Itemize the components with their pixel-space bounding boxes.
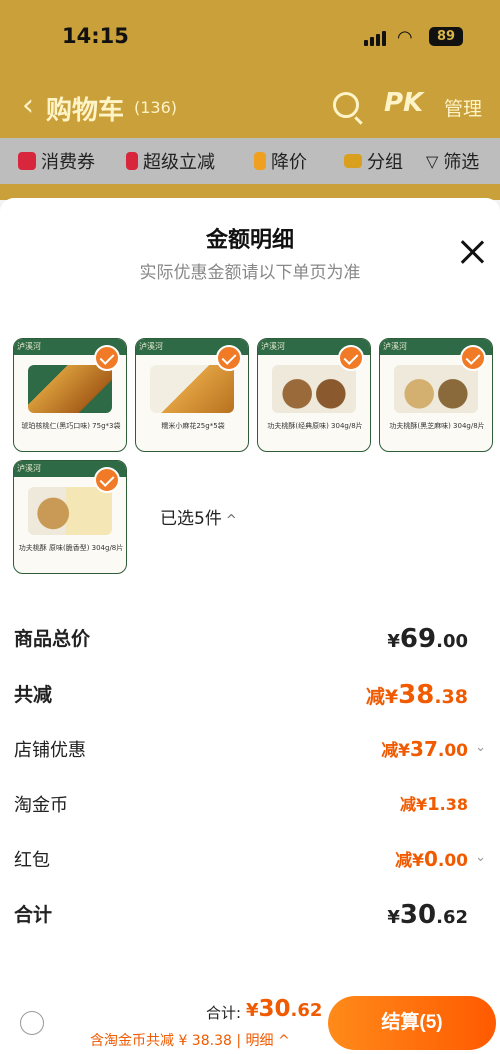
row-label: 店铺优惠	[14, 740, 86, 761]
checked-icon[interactable]	[216, 345, 242, 371]
cellular-signal-icon	[364, 30, 390, 46]
arrow-down-icon	[126, 152, 138, 170]
total-label: 合计:	[206, 1004, 242, 1022]
product-image	[28, 487, 112, 535]
row-shop-discount[interactable]: 店铺优惠 减¥37.00 ⌄	[14, 736, 486, 766]
cart-header: ‹ 购物车 (136) PK 管理	[0, 80, 500, 136]
row-label: 共减	[14, 684, 53, 706]
row-value: ¥69.00	[387, 624, 468, 654]
search-icon[interactable]	[333, 92, 359, 118]
wifi-icon: ◠	[397, 27, 413, 48]
product-image	[272, 365, 356, 413]
chevron-up-icon: ^	[225, 513, 237, 528]
discount-detail-toggle[interactable]: 含淘金币共减 ¥ 38.38 | 明细 ^	[90, 1030, 290, 1050]
row-total-discount: 共减 减¥38.38	[14, 680, 486, 710]
filter-bar: 消费券 超级立减 降价 分组 ▽ 筛选	[0, 138, 500, 184]
select-all-radio[interactable]	[20, 1011, 44, 1035]
row-value: 减¥1.38	[399, 794, 468, 815]
brand-logo: 泸溪河	[261, 342, 285, 351]
row-label: 红包	[14, 850, 50, 871]
product-caption: 琥珀核桃仁(黑巧口味) 75g*3袋	[21, 422, 121, 430]
total-amount: ¥30.62	[246, 996, 323, 1022]
chevron-down-icon: ⌄	[475, 850, 486, 865]
checkout-bar: 合计: ¥30.62 含淘金币共减 ¥ 38.38 | 明细 ^ 结算(5)	[0, 990, 500, 1054]
product-thumb[interactable]: 泸溪河 功夫桃酥(黑芝麻味) 304g/8片	[379, 338, 493, 452]
filter-price-drop[interactable]: 降价	[254, 148, 307, 174]
battery-icon: 89	[429, 27, 463, 46]
cart-count: (136)	[134, 98, 178, 117]
checked-icon[interactable]	[338, 345, 364, 371]
checkout-button[interactable]: 结算(5)	[328, 996, 496, 1050]
selected-count-toggle[interactable]: 已选5件 ^	[160, 504, 237, 529]
sheet-subtitle: 实际优惠金额请以下单页为准	[139, 263, 361, 283]
product-image	[28, 365, 112, 413]
row-value: 减¥0.00	[395, 847, 468, 871]
selected-count-label: 已选5件	[160, 509, 222, 529]
filter-screen[interactable]: ▽ 筛选	[426, 148, 479, 174]
row-total-price: 商品总价 ¥69.00	[14, 624, 486, 654]
back-arrow-icon[interactable]: ‹	[22, 88, 34, 123]
manage-button[interactable]: 管理	[444, 94, 482, 121]
status-bar: 14:15 ◠ 89	[0, 0, 500, 72]
chevron-down-icon: ⌄	[475, 740, 486, 755]
row-sum: 合计 ¥30.62	[14, 900, 486, 930]
funnel-icon: ▽	[426, 151, 439, 171]
brand-logo: 泸溪河	[383, 342, 407, 351]
checked-icon[interactable]	[94, 467, 120, 493]
brand-logo: 泸溪河	[17, 342, 41, 351]
status-time: 14:15	[62, 24, 129, 48]
product-image	[150, 365, 234, 413]
folder-icon	[344, 154, 362, 168]
checked-icon[interactable]	[94, 345, 120, 371]
row-value: 减¥38.38	[365, 680, 468, 710]
page-title: 购物车	[46, 96, 125, 126]
filter-coupon[interactable]: 消费券	[18, 148, 95, 174]
row-red-packet[interactable]: 红包 减¥0.00 ⌄	[14, 846, 486, 876]
row-value: 减¥37.00	[381, 737, 468, 761]
coupon-icon	[18, 152, 36, 170]
product-thumb[interactable]: 泸溪河 琥珀核桃仁(黑巧口味) 75g*3袋	[13, 338, 127, 452]
row-label: 商品总价	[14, 628, 91, 650]
row-label: 淘金币	[14, 795, 68, 816]
chevron-up-icon: ^	[273, 1033, 290, 1049]
product-caption: 功夫桃酥 原味(脆香型) 304g/8片	[18, 544, 124, 552]
sheet-title: 金额明细	[205, 228, 294, 253]
close-icon[interactable]	[458, 238, 486, 266]
amount-detail-sheet: 金额明细 实际优惠金额请以下单页为准 泸溪河 琥珀核桃仁(黑巧口味) 75g*3…	[0, 198, 500, 1054]
row-gold-coin: 淘金币 减¥1.38	[14, 791, 486, 821]
row-label: 合计	[14, 904, 53, 926]
row-value: ¥30.62	[387, 900, 468, 930]
product-thumb[interactable]: 泸溪河 糯米小麻花25g*5袋	[135, 338, 249, 452]
product-caption: 功夫桃酥(经典原味) 304g/8片	[267, 422, 363, 430]
pk-button[interactable]: PK	[384, 88, 423, 118]
filter-super-discount[interactable]: 超级立减	[126, 148, 215, 174]
checked-icon[interactable]	[460, 345, 486, 371]
product-caption: 功夫桃酥(黑芝麻味) 304g/8片	[389, 422, 485, 430]
product-image	[394, 365, 478, 413]
brand-logo: 泸溪河	[17, 464, 41, 473]
brand-logo: 泸溪河	[139, 342, 163, 351]
filter-group[interactable]: 分组	[344, 148, 403, 174]
product-thumb[interactable]: 泸溪河 功夫桃酥 原味(脆香型) 304g/8片	[13, 460, 127, 574]
product-thumb[interactable]: 泸溪河 功夫桃酥(经典原味) 304g/8片	[257, 338, 371, 452]
product-caption: 糯米小麻花25g*5袋	[161, 422, 225, 430]
price-drop-icon	[254, 152, 266, 170]
